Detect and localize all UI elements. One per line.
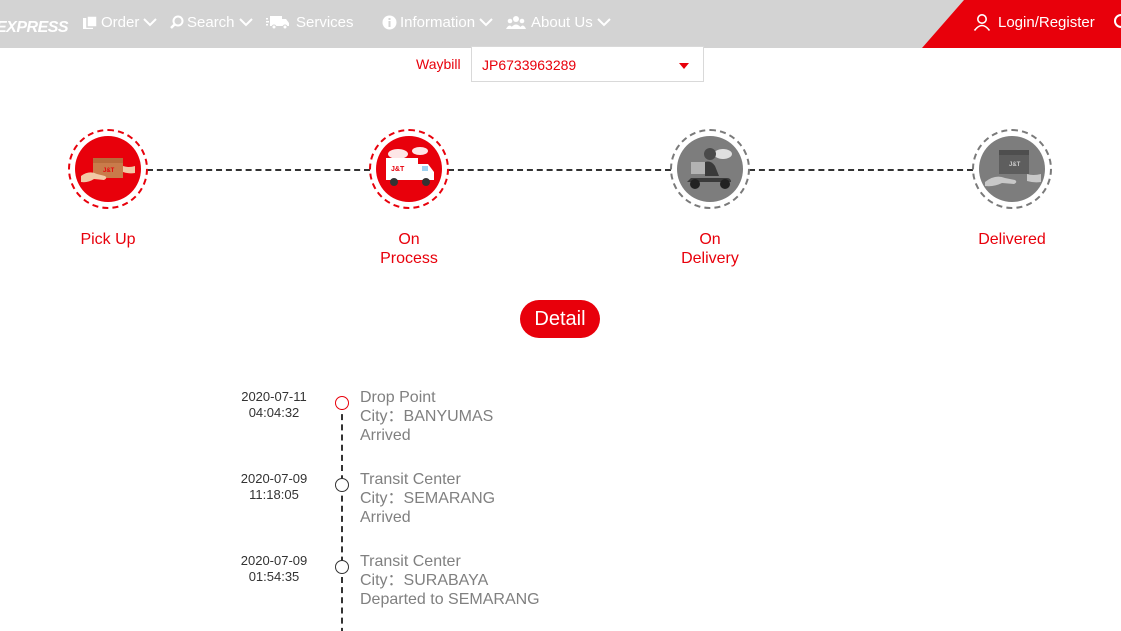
timeline-city: City：SURABAYA: [360, 572, 489, 589]
nav-services[interactable]: Services: [266, 0, 354, 44]
timeline-timestamp: 2020-07-09 01:54:35: [234, 553, 314, 585]
step-pickup: J&T: [68, 129, 148, 209]
timeline-timestamp: 2020-07-11 04:04:32: [234, 389, 314, 421]
timeline-place: Transit Center: [360, 471, 461, 488]
progress-connector: [749, 169, 973, 171]
waybill-select[interactable]: JP6733963289: [471, 46, 704, 82]
login-register-label: Login/Register: [998, 13, 1095, 31]
step-on-delivery-label: On Delivery: [640, 230, 780, 268]
chevron-down-icon: [238, 17, 253, 27]
timeline-time: 04:04:32: [248, 405, 300, 420]
timeline-status: Arrived: [360, 509, 411, 526]
search-icon: [170, 15, 184, 29]
nav-order[interactable]: Order: [82, 0, 158, 44]
chevron-down-icon: [596, 17, 611, 27]
handover-icon: J&T: [979, 136, 1045, 202]
step-label-line: Delivery: [681, 250, 739, 267]
order-icon: [82, 14, 98, 30]
step-label-line: On: [398, 231, 420, 248]
step-delivered: J&T: [972, 129, 1052, 209]
pickup-icon: J&T: [75, 136, 141, 202]
truck-icon: [266, 15, 290, 30]
svg-text:J&T: J&T: [103, 168, 115, 174]
timeline-city: City：BANYUMAS: [360, 408, 494, 425]
detail-button[interactable]: Detail: [520, 300, 600, 338]
progress-connector: [448, 169, 671, 171]
timeline-place: Transit Center: [360, 553, 461, 570]
timeline-time: 01:54:35: [248, 569, 300, 584]
timeline-city: City：SEMARANG: [360, 490, 496, 507]
step-label-line: On: [699, 231, 721, 248]
people-icon: [506, 15, 526, 30]
nav-order-label: Order: [101, 13, 140, 31]
timeline-dot: [335, 478, 349, 492]
caret-down-icon: [679, 63, 689, 69]
timeline-place: Drop Point: [360, 389, 436, 406]
timeline-dot-latest: [335, 396, 349, 410]
timeline-date: 2020-07-09: [240, 553, 308, 568]
progress-connector: [147, 169, 370, 171]
step-on-delivery: [670, 129, 750, 209]
courier-scooter-icon: [677, 136, 743, 202]
nav-about-us-label: About Us: [531, 13, 593, 31]
chevron-down-icon: [479, 17, 493, 27]
timeline-timestamp: 2020-07-09 11:18:05: [234, 471, 314, 503]
info-icon: [382, 15, 397, 30]
waybill-label: Waybill: [416, 56, 461, 72]
timeline-date: 2020-07-09: [240, 471, 308, 486]
svg-text:J&T: J&T: [1009, 162, 1021, 168]
waybill-value: JP6733963289: [482, 57, 577, 73]
logo[interactable]: EXPRESS: [0, 19, 69, 39]
timeline-dot: [335, 560, 349, 574]
nav-information-label: Information: [400, 13, 476, 31]
timeline-line: [341, 404, 343, 631]
timeline-entry: Drop Point City：BANYUMAS Arrived: [360, 388, 493, 445]
step-pickup-label: Pick Up: [38, 230, 178, 249]
language-icon[interactable]: [1114, 14, 1121, 28]
truck-process-icon: J&T: [376, 136, 442, 202]
timeline-entry: Transit Center City：SURABAYA Departed to…: [360, 552, 540, 609]
timeline-status: Departed to SEMARANG: [360, 591, 540, 608]
timeline-entry: Transit Center City：SEMARANG Arrived: [360, 470, 495, 527]
timeline-time: 11:18:05: [249, 487, 299, 502]
nav-information[interactable]: Information: [382, 0, 493, 44]
step-on-process: J&T: [369, 129, 449, 209]
nav-search[interactable]: Search: [170, 0, 253, 44]
step-label-line: Pick Up: [80, 231, 136, 248]
nav-about-us[interactable]: About Us: [506, 0, 611, 44]
step-on-process-label: On Process: [339, 230, 479, 268]
nav-services-label: Services: [296, 13, 354, 31]
chevron-down-icon: [143, 17, 158, 27]
step-delivered-label: Delivered: [942, 230, 1082, 249]
login-register-button[interactable]: Login/Register: [973, 0, 1095, 44]
step-label-line: Process: [380, 250, 438, 267]
step-label-line: Delivered: [978, 231, 1046, 248]
nav-search-label: Search: [187, 13, 235, 31]
top-nav: EXPRESS Order Search Services Informatio…: [0, 0, 1121, 48]
timeline-date: 2020-07-11: [241, 389, 307, 404]
timeline-status: Arrived: [360, 427, 411, 444]
logo-text: EXPRESS: [0, 19, 69, 36]
svg-text:J&T: J&T: [391, 166, 405, 173]
user-icon: [973, 13, 991, 31]
